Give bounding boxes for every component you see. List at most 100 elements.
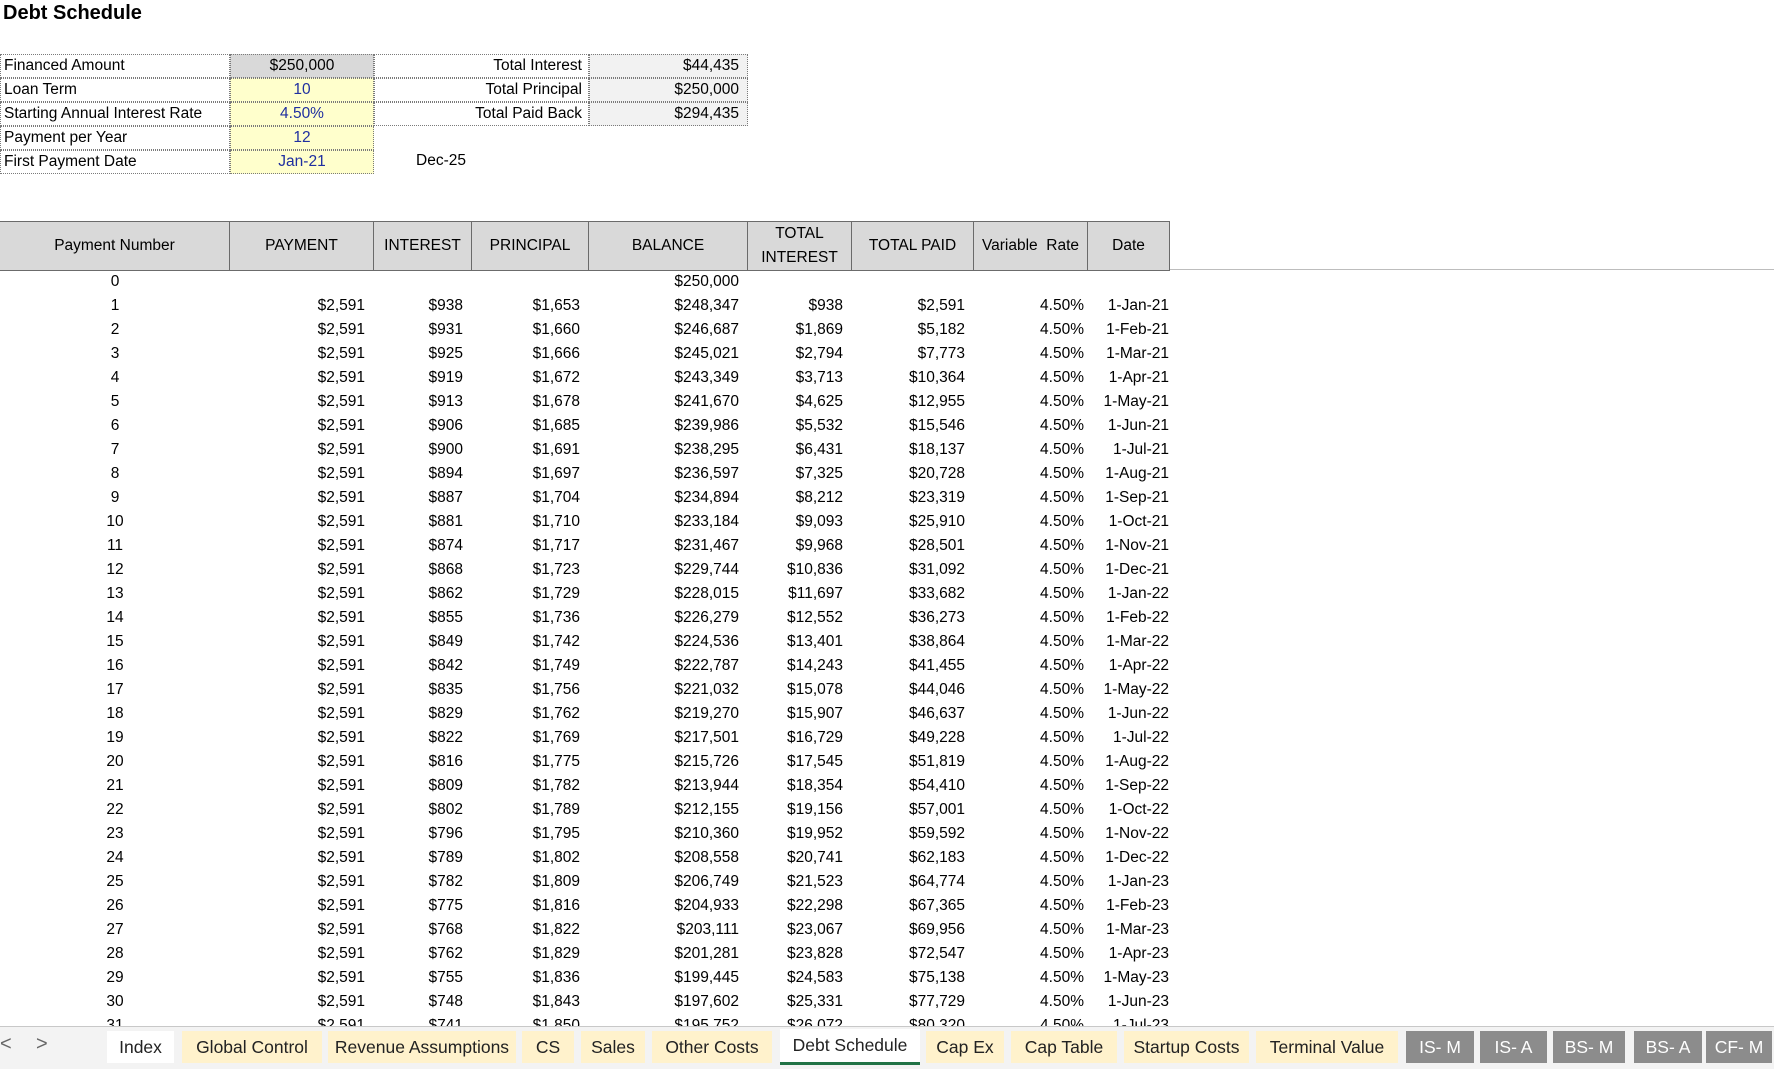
cell-payment[interactable]: $2,591 <box>230 942 365 966</box>
cell-payment[interactable]: $2,591 <box>230 294 365 318</box>
cell-payment[interactable]: $2,591 <box>230 582 365 606</box>
cell-principal[interactable]: $1,749 <box>472 654 580 678</box>
cell-variable-rate[interactable]: 4.50% <box>974 870 1084 894</box>
cell-total-interest[interactable]: $23,828 <box>748 942 843 966</box>
cell-variable-rate[interactable]: 4.50% <box>974 846 1084 870</box>
cell-total-interest[interactable]: $7,325 <box>748 462 843 486</box>
cell-payment[interactable]: $2,591 <box>230 606 365 630</box>
cell-principal[interactable]: $1,789 <box>472 798 580 822</box>
cell-balance[interactable]: $238,295 <box>589 438 739 462</box>
cell-total-paid[interactable]: $10,364 <box>852 366 965 390</box>
cell-payment-number[interactable]: 12 <box>0 558 230 582</box>
cell-total-interest[interactable]: $10,836 <box>748 558 843 582</box>
cell-date[interactable]: 1-Aug-22 <box>1088 750 1169 774</box>
cell-balance[interactable]: $199,445 <box>589 966 739 990</box>
cell-interest[interactable]: $887 <box>374 486 463 510</box>
cell-variable-rate[interactable]: 4.50% <box>974 966 1084 990</box>
cell-total-paid[interactable]: $28,501 <box>852 534 965 558</box>
cell-total-paid[interactable]: $23,319 <box>852 486 965 510</box>
cell-payment-number[interactable]: 20 <box>0 750 230 774</box>
cell-total-interest[interactable]: $17,545 <box>748 750 843 774</box>
cell-payment[interactable]: $2,591 <box>230 702 365 726</box>
cell-payment-number[interactable]: 3 <box>0 342 230 366</box>
cell-interest[interactable]: $822 <box>374 726 463 750</box>
col-header-date[interactable]: Date <box>1088 222 1170 270</box>
cell-total-paid[interactable]: $12,955 <box>852 390 965 414</box>
cell-total-paid[interactable]: $31,092 <box>852 558 965 582</box>
cell-total-interest[interactable]: $2,794 <box>748 342 843 366</box>
sheet-tab[interactable]: Cap Ex <box>926 1031 1004 1063</box>
cell-interest[interactable]: $868 <box>374 558 463 582</box>
cell-payment[interactable]: $2,591 <box>230 534 365 558</box>
cell-total-interest[interactable]: $24,583 <box>748 966 843 990</box>
cell-balance[interactable]: $241,670 <box>589 390 739 414</box>
cell-principal[interactable]: $1,717 <box>472 534 580 558</box>
cell-total-interest[interactable]: $9,093 <box>748 510 843 534</box>
cell-payment[interactable]: $2,591 <box>230 822 365 846</box>
cell-payment-number[interactable]: 6 <box>0 414 230 438</box>
cell-principal[interactable]: $1,742 <box>472 630 580 654</box>
cell-principal[interactable]: $1,782 <box>472 774 580 798</box>
cell-balance[interactable]: $206,749 <box>589 870 739 894</box>
cell-principal[interactable]: $1,836 <box>472 966 580 990</box>
cell-date[interactable]: 1-Apr-22 <box>1088 654 1169 678</box>
cell-date[interactable]: 1-Apr-23 <box>1088 942 1169 966</box>
cell-total-paid[interactable]: $46,637 <box>852 702 965 726</box>
cell-date[interactable]: 1-Mar-22 <box>1088 630 1169 654</box>
cell-balance[interactable]: $245,021 <box>589 342 739 366</box>
cell-balance[interactable]: $217,501 <box>589 726 739 750</box>
cell-principal[interactable]: $1,729 <box>472 582 580 606</box>
cell-balance[interactable]: $246,687 <box>589 318 739 342</box>
cell-date[interactable]: 1-Feb-21 <box>1088 318 1169 342</box>
cell-total-paid[interactable]: $20,728 <box>852 462 965 486</box>
cell-balance[interactable]: $228,015 <box>589 582 739 606</box>
cell-interest[interactable]: $775 <box>374 894 463 918</box>
cell-principal[interactable]: $1,710 <box>472 510 580 534</box>
col-header-payment[interactable]: PAYMENT <box>230 222 374 270</box>
cell-interest[interactable]: $809 <box>374 774 463 798</box>
loan-term-input[interactable]: 10 <box>230 78 374 102</box>
cell-interest[interactable]: $829 <box>374 702 463 726</box>
sheet-tab[interactable]: CF- M <box>1706 1031 1772 1063</box>
cell-payment[interactable]: $2,591 <box>230 342 365 366</box>
cell-total-paid[interactable]: $69,956 <box>852 918 965 942</box>
cell-payment[interactable]: $2,591 <box>230 894 365 918</box>
cell-payment-number[interactable]: 1 <box>0 294 230 318</box>
cell-total-paid[interactable]: $57,001 <box>852 798 965 822</box>
cell-total-paid[interactable]: $25,910 <box>852 510 965 534</box>
cell-interest[interactable]: $816 <box>374 750 463 774</box>
col-header-principal[interactable]: PRINCIPAL <box>472 222 589 270</box>
cell-variable-rate[interactable]: 4.50% <box>974 726 1084 750</box>
cell-principal[interactable]: $1,704 <box>472 486 580 510</box>
cell-balance[interactable]: $236,597 <box>589 462 739 486</box>
cell-principal[interactable]: $1,809 <box>472 870 580 894</box>
sheet-tab[interactable]: Revenue Assumptions <box>328 1031 516 1063</box>
cell-payment[interactable]: $2,591 <box>230 774 365 798</box>
sheet-tab[interactable]: Global Control <box>182 1031 322 1063</box>
cell-total-interest[interactable]: $21,523 <box>748 870 843 894</box>
sheet-tab[interactable]: BS- A <box>1634 1031 1702 1063</box>
cell-total-paid[interactable]: $7,773 <box>852 342 965 366</box>
cell-variable-rate[interactable]: 4.50% <box>974 342 1084 366</box>
cell-total-interest[interactable]: $4,625 <box>748 390 843 414</box>
cell-balance[interactable]: $221,032 <box>589 678 739 702</box>
cell-interest[interactable]: $906 <box>374 414 463 438</box>
cell-date[interactable]: 1-Dec-21 <box>1088 558 1169 582</box>
cell-payment-number[interactable]: 8 <box>0 462 230 486</box>
cell-total-interest[interactable]: $25,331 <box>748 990 843 1014</box>
cell-payment-number[interactable]: 24 <box>0 846 230 870</box>
cell-payment-number[interactable]: 26 <box>0 894 230 918</box>
cell-balance[interactable]: $212,155 <box>589 798 739 822</box>
cell-balance[interactable]: $219,270 <box>589 702 739 726</box>
cell-payment-number[interactable]: 7 <box>0 438 230 462</box>
cell-date[interactable]: 1-Mar-23 <box>1088 918 1169 942</box>
cell-balance[interactable]: $229,744 <box>589 558 739 582</box>
cell-interest[interactable]: $849 <box>374 630 463 654</box>
cell-interest[interactable] <box>374 270 463 294</box>
cell-payment-number[interactable]: 9 <box>0 486 230 510</box>
cell-total-paid[interactable]: $64,774 <box>852 870 965 894</box>
sheet-tab[interactable]: Debt Schedule <box>780 1029 920 1065</box>
cell-total-paid[interactable]: $38,864 <box>852 630 965 654</box>
cell-date[interactable]: 1-Feb-23 <box>1088 894 1169 918</box>
chevron-left-icon[interactable]: < <box>0 1033 12 1056</box>
